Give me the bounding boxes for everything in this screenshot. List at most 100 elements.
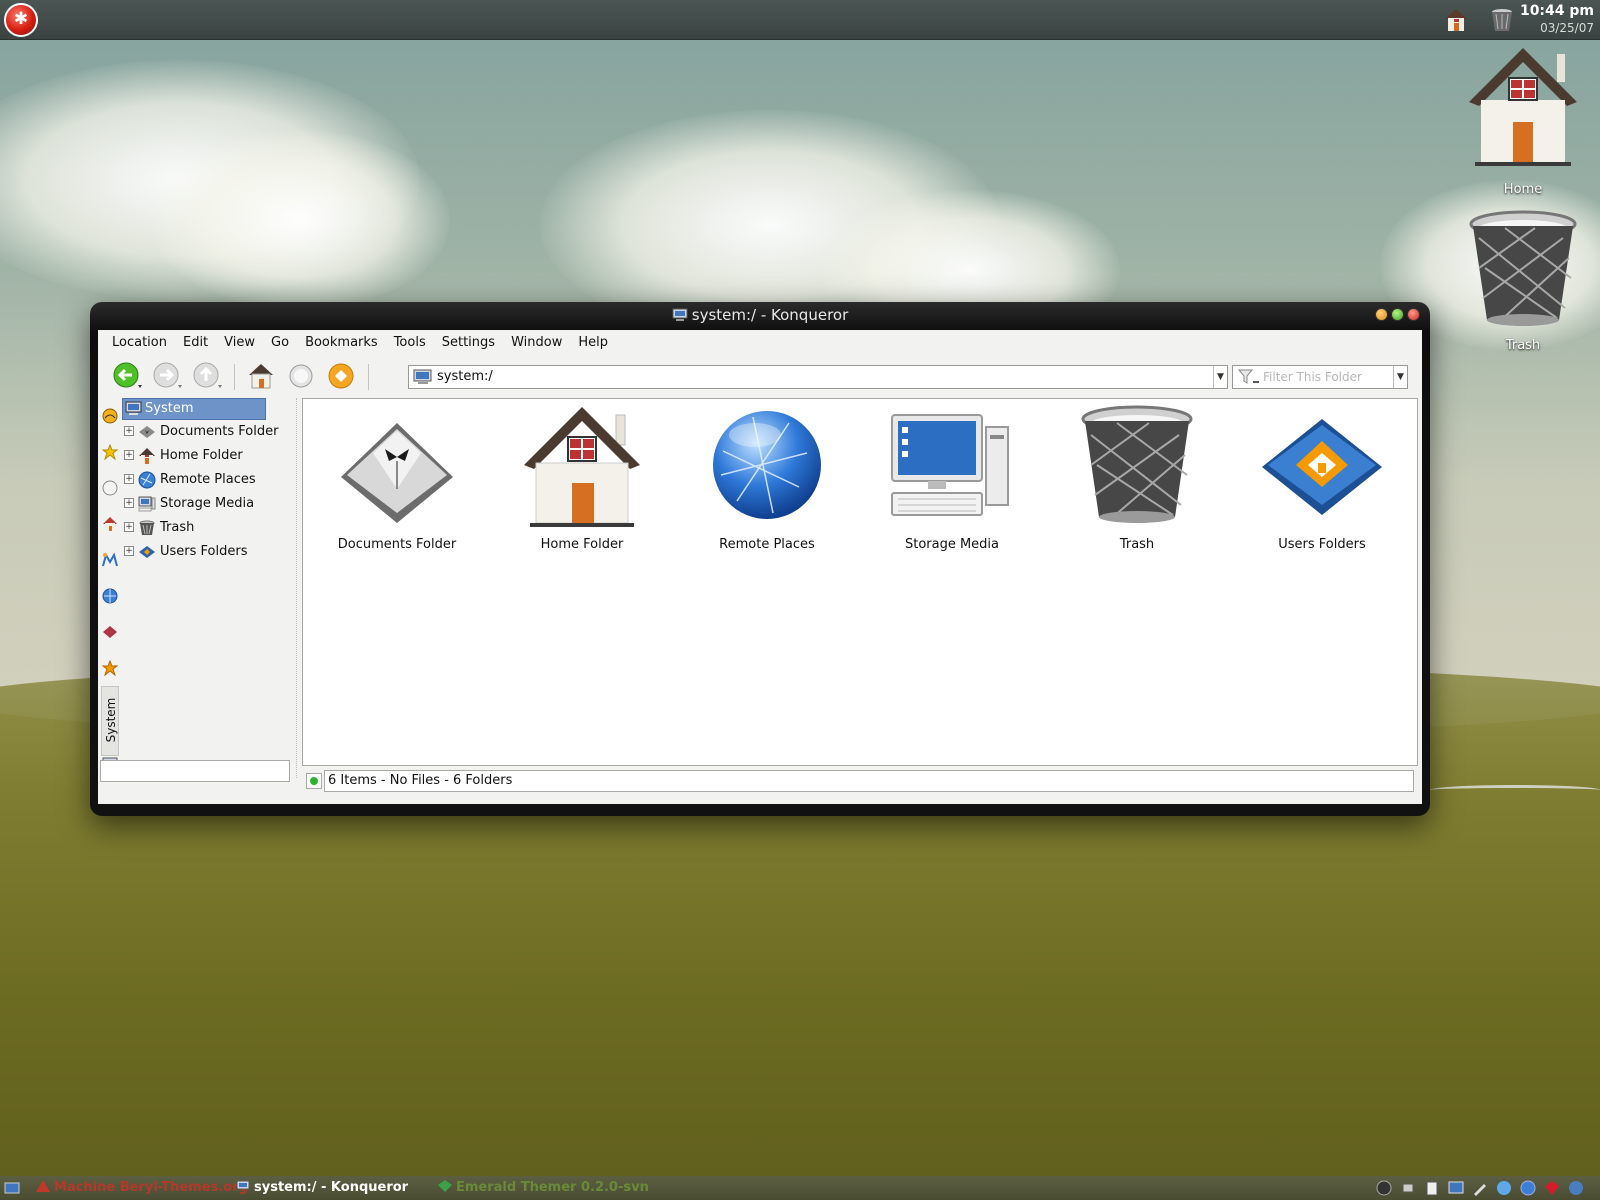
users-folders-icon: [1262, 419, 1382, 515]
expand-icon[interactable]: +: [124, 522, 134, 532]
trash-icon[interactable]: [1488, 6, 1516, 34]
minimize-button[interactable]: [1375, 308, 1388, 321]
trash-icon: [1469, 210, 1577, 326]
menu-help[interactable]: Help: [570, 330, 616, 356]
tree-item-trash[interactable]: + Trash: [122, 517, 292, 539]
folder-item-trash[interactable]: Trash: [1047, 405, 1227, 552]
close-button[interactable]: [1407, 308, 1420, 321]
ruby-icon[interactable]: [1544, 1180, 1560, 1196]
users-folders-icon: [139, 546, 155, 558]
desktop-icon-trash[interactable]: Trash: [1463, 208, 1583, 353]
folder-item-users-folders[interactable]: Users Folders: [1232, 405, 1412, 552]
tree-item-users-folders[interactable]: + Users Folders: [122, 541, 292, 563]
status-bar: 6 Items - No Files - 6 Folders: [302, 770, 1418, 792]
folder-item-home-folder[interactable]: Home Folder: [492, 405, 672, 552]
folder-item-documents-folder[interactable]: Documents Folder: [307, 405, 487, 552]
history-icon[interactable]: [102, 408, 118, 424]
folder-item-storage-media[interactable]: Storage Media: [862, 405, 1042, 552]
menu-tools[interactable]: Tools: [386, 330, 434, 356]
desktop-icon-home[interactable]: Home: [1463, 44, 1583, 197]
sidebar-bottom-field[interactable]: [100, 760, 290, 782]
menu-view[interactable]: View: [216, 330, 263, 356]
expand-icon[interactable]: +: [124, 426, 134, 436]
expand-icon[interactable]: +: [124, 450, 134, 460]
computer-icon: [413, 369, 432, 384]
folder-item-remote-places[interactable]: Remote Places: [677, 405, 857, 552]
sidebar-tab-system[interactable]: System: [101, 686, 119, 756]
home-folder-icon: [524, 407, 640, 527]
menu-settings[interactable]: Settings: [434, 330, 503, 356]
pen-icon[interactable]: [1472, 1180, 1488, 1196]
tree-item-remote-places[interactable]: + Remote Places: [122, 469, 292, 491]
location-input[interactable]: system:/: [437, 366, 493, 388]
menu-edit[interactable]: Edit: [175, 330, 216, 356]
clock[interactable]: 10:44 pm 03/25/07: [1520, 2, 1594, 36]
task-label: system:/ - Konqueror: [254, 1180, 409, 1195]
media-icon[interactable]: [102, 552, 118, 568]
computer-icon: [236, 1180, 250, 1190]
status-text: 6 Items - No Files - 6 Folders: [324, 770, 1414, 792]
reload-button[interactable]: [286, 361, 316, 391]
info-icon[interactable]: [1568, 1180, 1584, 1196]
filter-input[interactable]: [1263, 368, 1387, 386]
tree-item-label: Storage Media: [160, 496, 255, 511]
top-panel: ✱ 10:44 pm 03/25/07: [0, 0, 1600, 40]
task-label: Emerald Themer 0.2.0-svn: [456, 1180, 649, 1195]
home-icon[interactable]: [1442, 6, 1470, 34]
stop-button[interactable]: [326, 361, 356, 391]
task-konqueror[interactable]: system:/ - Konqueror: [236, 1176, 408, 1200]
tree-item-label: Trash: [160, 520, 195, 535]
tree-item-home-folder[interactable]: + Home Folder: [122, 445, 292, 467]
chevron-down-icon[interactable]: ▼: [1213, 366, 1227, 388]
chevron-down-icon[interactable]: ▼: [1393, 366, 1407, 388]
bookmarks-star-icon[interactable]: [102, 444, 118, 460]
messenger-icon[interactable]: [1496, 1180, 1512, 1196]
expand-icon[interactable]: +: [124, 474, 134, 484]
menu-window[interactable]: Window: [503, 330, 570, 356]
location-bar[interactable]: system:/ ▼: [408, 365, 1228, 389]
tree-item-label: Documents Folder: [160, 424, 279, 439]
remote-places-icon: [713, 411, 821, 519]
home-icon: [1469, 48, 1577, 166]
tree-item-storage-media[interactable]: + Storage Media: [122, 493, 292, 515]
up-button[interactable]: [192, 361, 222, 391]
network-globe-icon[interactable]: [102, 588, 118, 604]
menu-go[interactable]: Go: [263, 330, 297, 356]
back-button[interactable]: [112, 361, 142, 391]
folder-tree: System + Documents Folder + Home Folder …: [122, 398, 292, 778]
tree-item-system[interactable]: System: [122, 398, 266, 420]
remote-places-icon: [138, 471, 156, 489]
folder-item-label: Documents Folder: [337, 537, 457, 552]
sidebar-tab-label: System: [104, 697, 118, 743]
storage-media-icon: [891, 414, 1009, 516]
task-emerald-themer[interactable]: Emerald Themer 0.2.0-svn: [438, 1176, 649, 1200]
desktop-pager-icon[interactable]: [1448, 1180, 1464, 1196]
maximize-button[interactable]: [1391, 308, 1404, 321]
clipboard-icon[interactable]: [1424, 1180, 1440, 1196]
forward-button[interactable]: [152, 361, 182, 391]
emerald-icon: [438, 1180, 452, 1192]
circle-icon[interactable]: [102, 480, 118, 496]
k-menu-button[interactable]: ✱: [4, 3, 38, 37]
menu-location[interactable]: Location: [104, 330, 175, 356]
services-icon[interactable]: [102, 624, 118, 640]
home-button[interactable]: [246, 361, 276, 391]
expand-icon[interactable]: +: [124, 546, 134, 556]
favorites-star-icon[interactable]: [102, 660, 118, 676]
show-desktop-icon[interactable]: [4, 1180, 20, 1196]
filter-field[interactable]: ▼: [1232, 365, 1408, 389]
volume-icon[interactable]: [1376, 1180, 1392, 1196]
title-bar[interactable]: system:/ - Konqueror: [90, 302, 1430, 328]
konqueror-window: system:/ - Konqueror Location Edit View …: [90, 302, 1430, 816]
network-icon[interactable]: [1400, 1180, 1416, 1196]
window-client-area: Location Edit View Go Bookmarks Tools Se…: [98, 330, 1422, 804]
globe-icon[interactable]: [1520, 1180, 1536, 1196]
road: [1430, 785, 1600, 795]
expand-icon[interactable]: +: [124, 498, 134, 508]
home-icon[interactable]: [102, 516, 118, 532]
tree-item-documents-folder[interactable]: + Documents Folder: [122, 421, 292, 443]
documents-folder-icon: [341, 423, 453, 523]
toolbar-separator: [234, 364, 235, 390]
menu-bookmarks[interactable]: Bookmarks: [297, 330, 386, 356]
task-machine-beryl-themes[interactable]: Machine Beryl-Themes.org: [36, 1176, 248, 1200]
